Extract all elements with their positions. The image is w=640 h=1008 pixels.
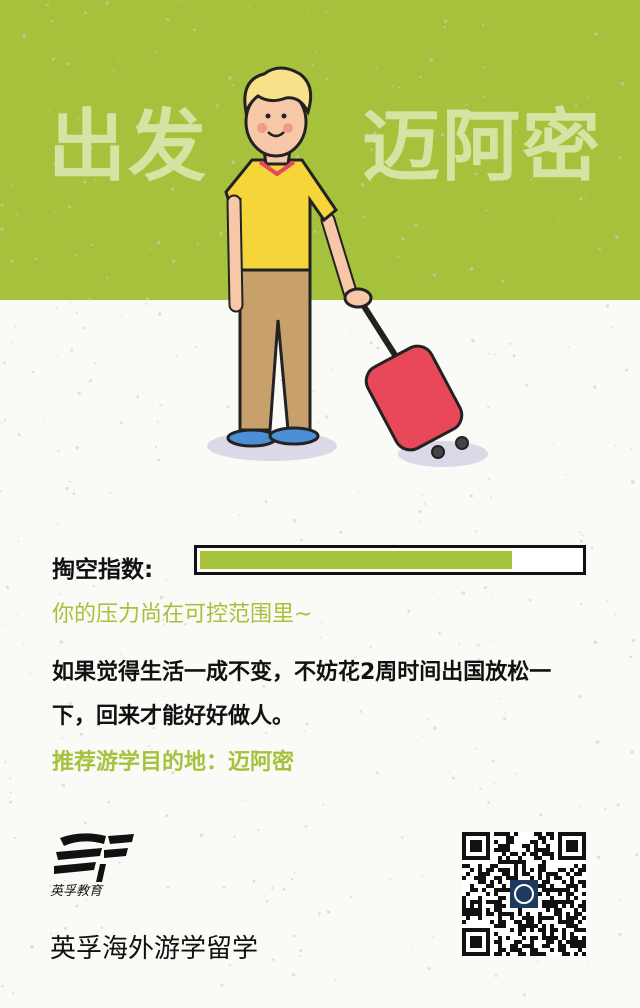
meter-label: 掏空指数: xyxy=(52,557,154,583)
qr-code xyxy=(462,832,586,956)
status-text: 你的压力尚在可控范围里~ xyxy=(52,602,313,627)
hero-title-depart: 出发 xyxy=(48,102,209,192)
body-text: 如果觉得生活一成不变，不妨花2周时间出国放松一下，回来才能好好做人。 xyxy=(52,660,552,729)
brand-name: 英孚海外游学留学 xyxy=(50,934,259,964)
stress-meter-fill xyxy=(200,551,512,569)
suitcase-icon xyxy=(364,344,469,459)
recommendation-text: 推荐游学目的地：迈阿密 xyxy=(52,750,295,775)
logo-caption: 英孚教育 xyxy=(50,884,103,899)
traveler-illustration xyxy=(207,66,488,467)
stress-meter-bar xyxy=(194,545,586,575)
